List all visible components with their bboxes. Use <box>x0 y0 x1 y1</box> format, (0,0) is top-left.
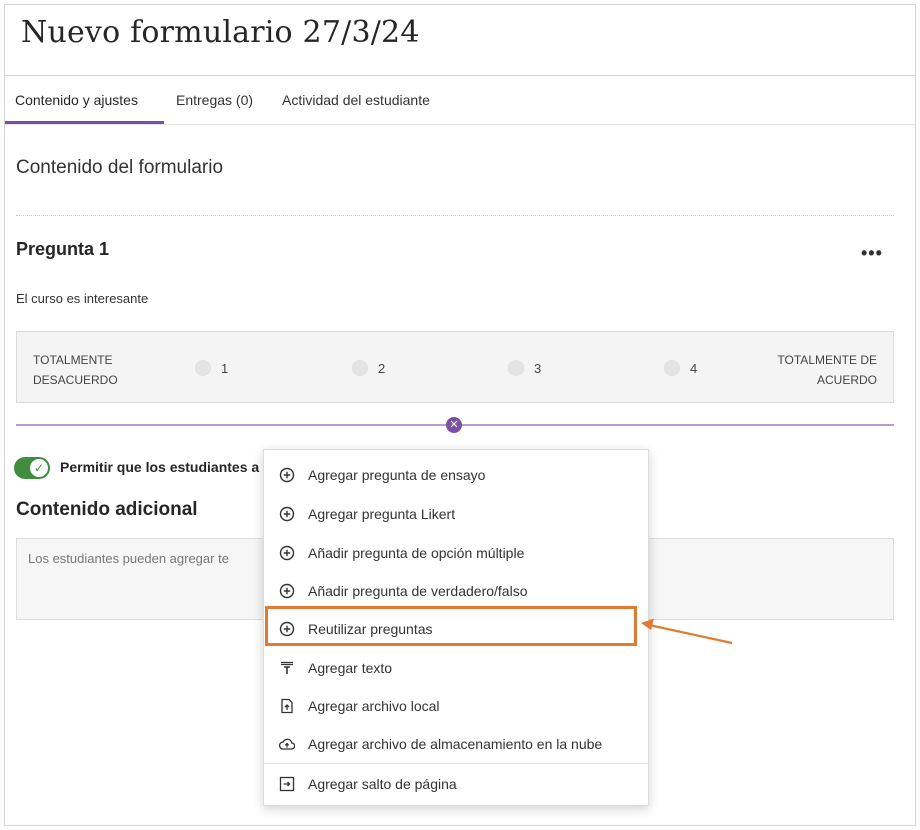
allow-students-toggle[interactable]: ✓ <box>14 457 50 479</box>
likert-option-2[interactable]: 2 <box>352 360 385 376</box>
likert-option-4[interactable]: 4 <box>664 360 697 376</box>
pointer-arrow-icon <box>641 618 733 645</box>
menu-item-add-text[interactable]: Agregar texto <box>264 649 648 687</box>
question-text: El curso es interesante <box>16 291 149 306</box>
text-icon <box>279 660 295 676</box>
toggle-label: Permitir que los estudiantes a <box>60 459 260 475</box>
check-icon: ✓ <box>30 459 48 477</box>
cloud-upload-icon <box>279 736 295 752</box>
radio-button[interactable] <box>508 360 524 376</box>
plus-circle-icon <box>279 583 295 599</box>
page-frame: Nuevo formulario 27/3/24 Contenido y aju… <box>4 4 916 826</box>
additional-content-title: Contenido adicional <box>16 499 198 520</box>
page-break-icon <box>279 776 295 792</box>
menu-item-likert-question[interactable]: Agregar pregunta Likert <box>264 495 648 533</box>
menu-item-true-false[interactable]: Añadir pregunta de verdadero/falso <box>264 572 648 610</box>
plus-circle-icon <box>279 506 295 522</box>
page-title: Nuevo formulario 27/3/24 <box>21 15 420 50</box>
tab-content-settings[interactable]: Contenido y ajustes <box>15 76 138 124</box>
menu-item-cloud-file[interactable]: Agregar archivo de almacenamiento en la … <box>264 725 648 763</box>
close-icon[interactable]: ✕ <box>446 417 462 433</box>
menu-item-page-break[interactable]: Agregar salto de página <box>264 765 648 803</box>
radio-button[interactable] <box>195 360 211 376</box>
section-title: Contenido del formulario <box>16 157 224 178</box>
file-upload-icon <box>279 698 295 714</box>
menu-divider <box>264 763 648 764</box>
menu-item-local-file[interactable]: Agregar archivo local <box>264 687 648 725</box>
likert-scale: TOTALMENTE DESACUERDO 1 2 3 4 TOTALMENTE… <box>16 331 894 403</box>
menu-item-multiple-choice[interactable]: Añadir pregunta de opción múltiple <box>264 534 648 572</box>
tab-bar: Contenido y ajustes Entregas (0) Activid… <box>5 76 915 124</box>
tab-student-activity[interactable]: Actividad del estudiante <box>282 76 430 124</box>
highlight-box <box>265 606 637 646</box>
section-divider <box>16 215 894 216</box>
plus-circle-icon <box>279 545 295 561</box>
additional-content-placeholder: Los estudiantes pueden agregar te <box>28 551 229 566</box>
likert-option-3[interactable]: 3 <box>508 360 541 376</box>
likert-left-label: TOTALMENTE DESACUERDO <box>33 353 118 387</box>
question-title: Pregunta 1 <box>16 239 110 259</box>
more-options-icon[interactable]: ••• <box>861 243 883 264</box>
likert-right-label: TOTALMENTE DE ACUERDO <box>777 353 877 387</box>
tabs-divider <box>5 124 915 125</box>
radio-button[interactable] <box>664 360 680 376</box>
plus-circle-icon <box>279 467 295 483</box>
menu-item-essay-question[interactable]: Agregar pregunta de ensayo <box>264 456 648 494</box>
radio-button[interactable] <box>352 360 368 376</box>
likert-option-1[interactable]: 1 <box>195 360 228 376</box>
tab-submissions[interactable]: Entregas (0) <box>176 76 253 124</box>
